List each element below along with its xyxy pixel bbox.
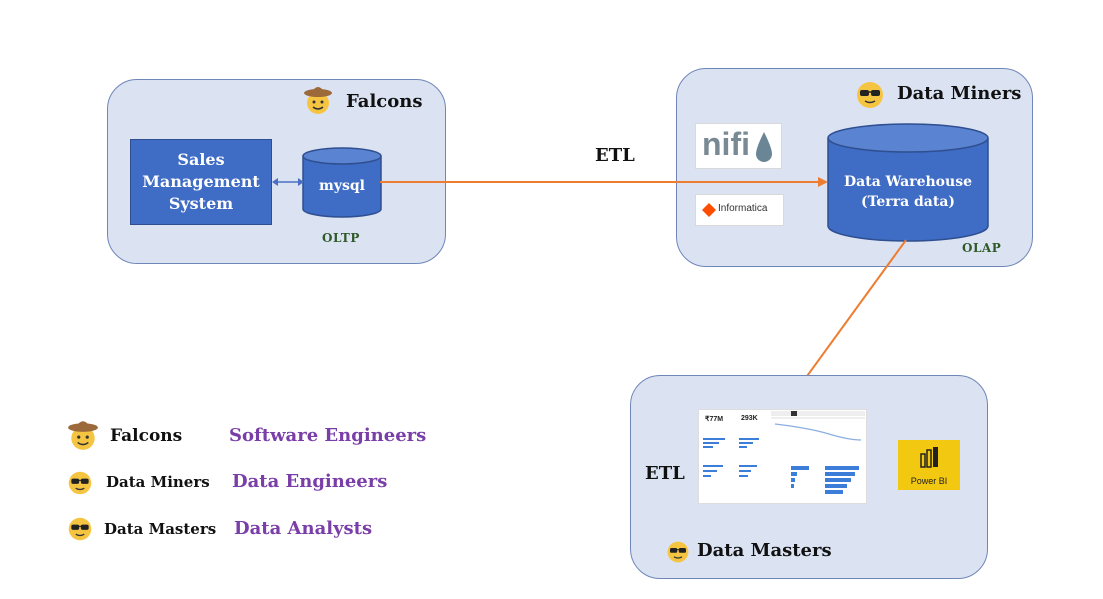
legend-role-data-engineers: Data Engineers: [232, 471, 388, 492]
etl-label-top: ETL: [595, 145, 635, 166]
legend-team-data-masters: Data Masters: [104, 520, 217, 538]
powerbi-bars-icon: [920, 447, 938, 468]
nifi-logo: nifi: [695, 123, 782, 169]
data-miners-title: Data Miners: [897, 83, 1022, 104]
nifi-text: nifi: [702, 126, 750, 162]
etl-arrow-top: [380, 177, 828, 187]
dashboard-charts: [703, 411, 865, 494]
dashboard-thumbnail: ₹77M 293K: [698, 409, 867, 504]
cowboy-face-icon: [304, 87, 332, 114]
powerbi-label: Power BI: [910, 476, 948, 486]
sunglasses-face-icon: [857, 82, 883, 108]
falcons-title: Falcons: [346, 91, 423, 112]
sunglasses-face-icon: [68, 517, 92, 541]
sunglasses-face-icon: [667, 541, 689, 563]
legend-team-data-miners: Data Miners: [106, 473, 210, 491]
data-masters-title: Data Masters: [697, 540, 832, 561]
legend-team-falcons: Falcons: [110, 426, 183, 446]
sales-management-system-box: Sales Management System: [130, 139, 272, 225]
informatica-icon: [702, 203, 716, 217]
etl-label-bottom: ETL: [645, 463, 685, 484]
olap-tag: OLAP: [962, 241, 1002, 255]
bidirectional-connector: [272, 178, 304, 186]
powerbi-logo: Power BI: [898, 440, 960, 490]
legend-role-data-analysts: Data Analysts: [234, 518, 373, 539]
cowboy-face-icon: [68, 421, 98, 450]
mysql-label: mysql: [319, 178, 365, 194]
sunglasses-face-icon: [68, 471, 92, 495]
oltp-tag: OLTP: [322, 231, 360, 245]
legend-role-software-engineers: Software Engineers: [229, 425, 427, 446]
informatica-logo: Informatica: [695, 194, 784, 226]
data-warehouse-label: Data Warehouse (Terra data): [844, 174, 972, 210]
nifi-drop-icon: [756, 132, 772, 162]
informatica-text: Informatica: [718, 203, 768, 214]
